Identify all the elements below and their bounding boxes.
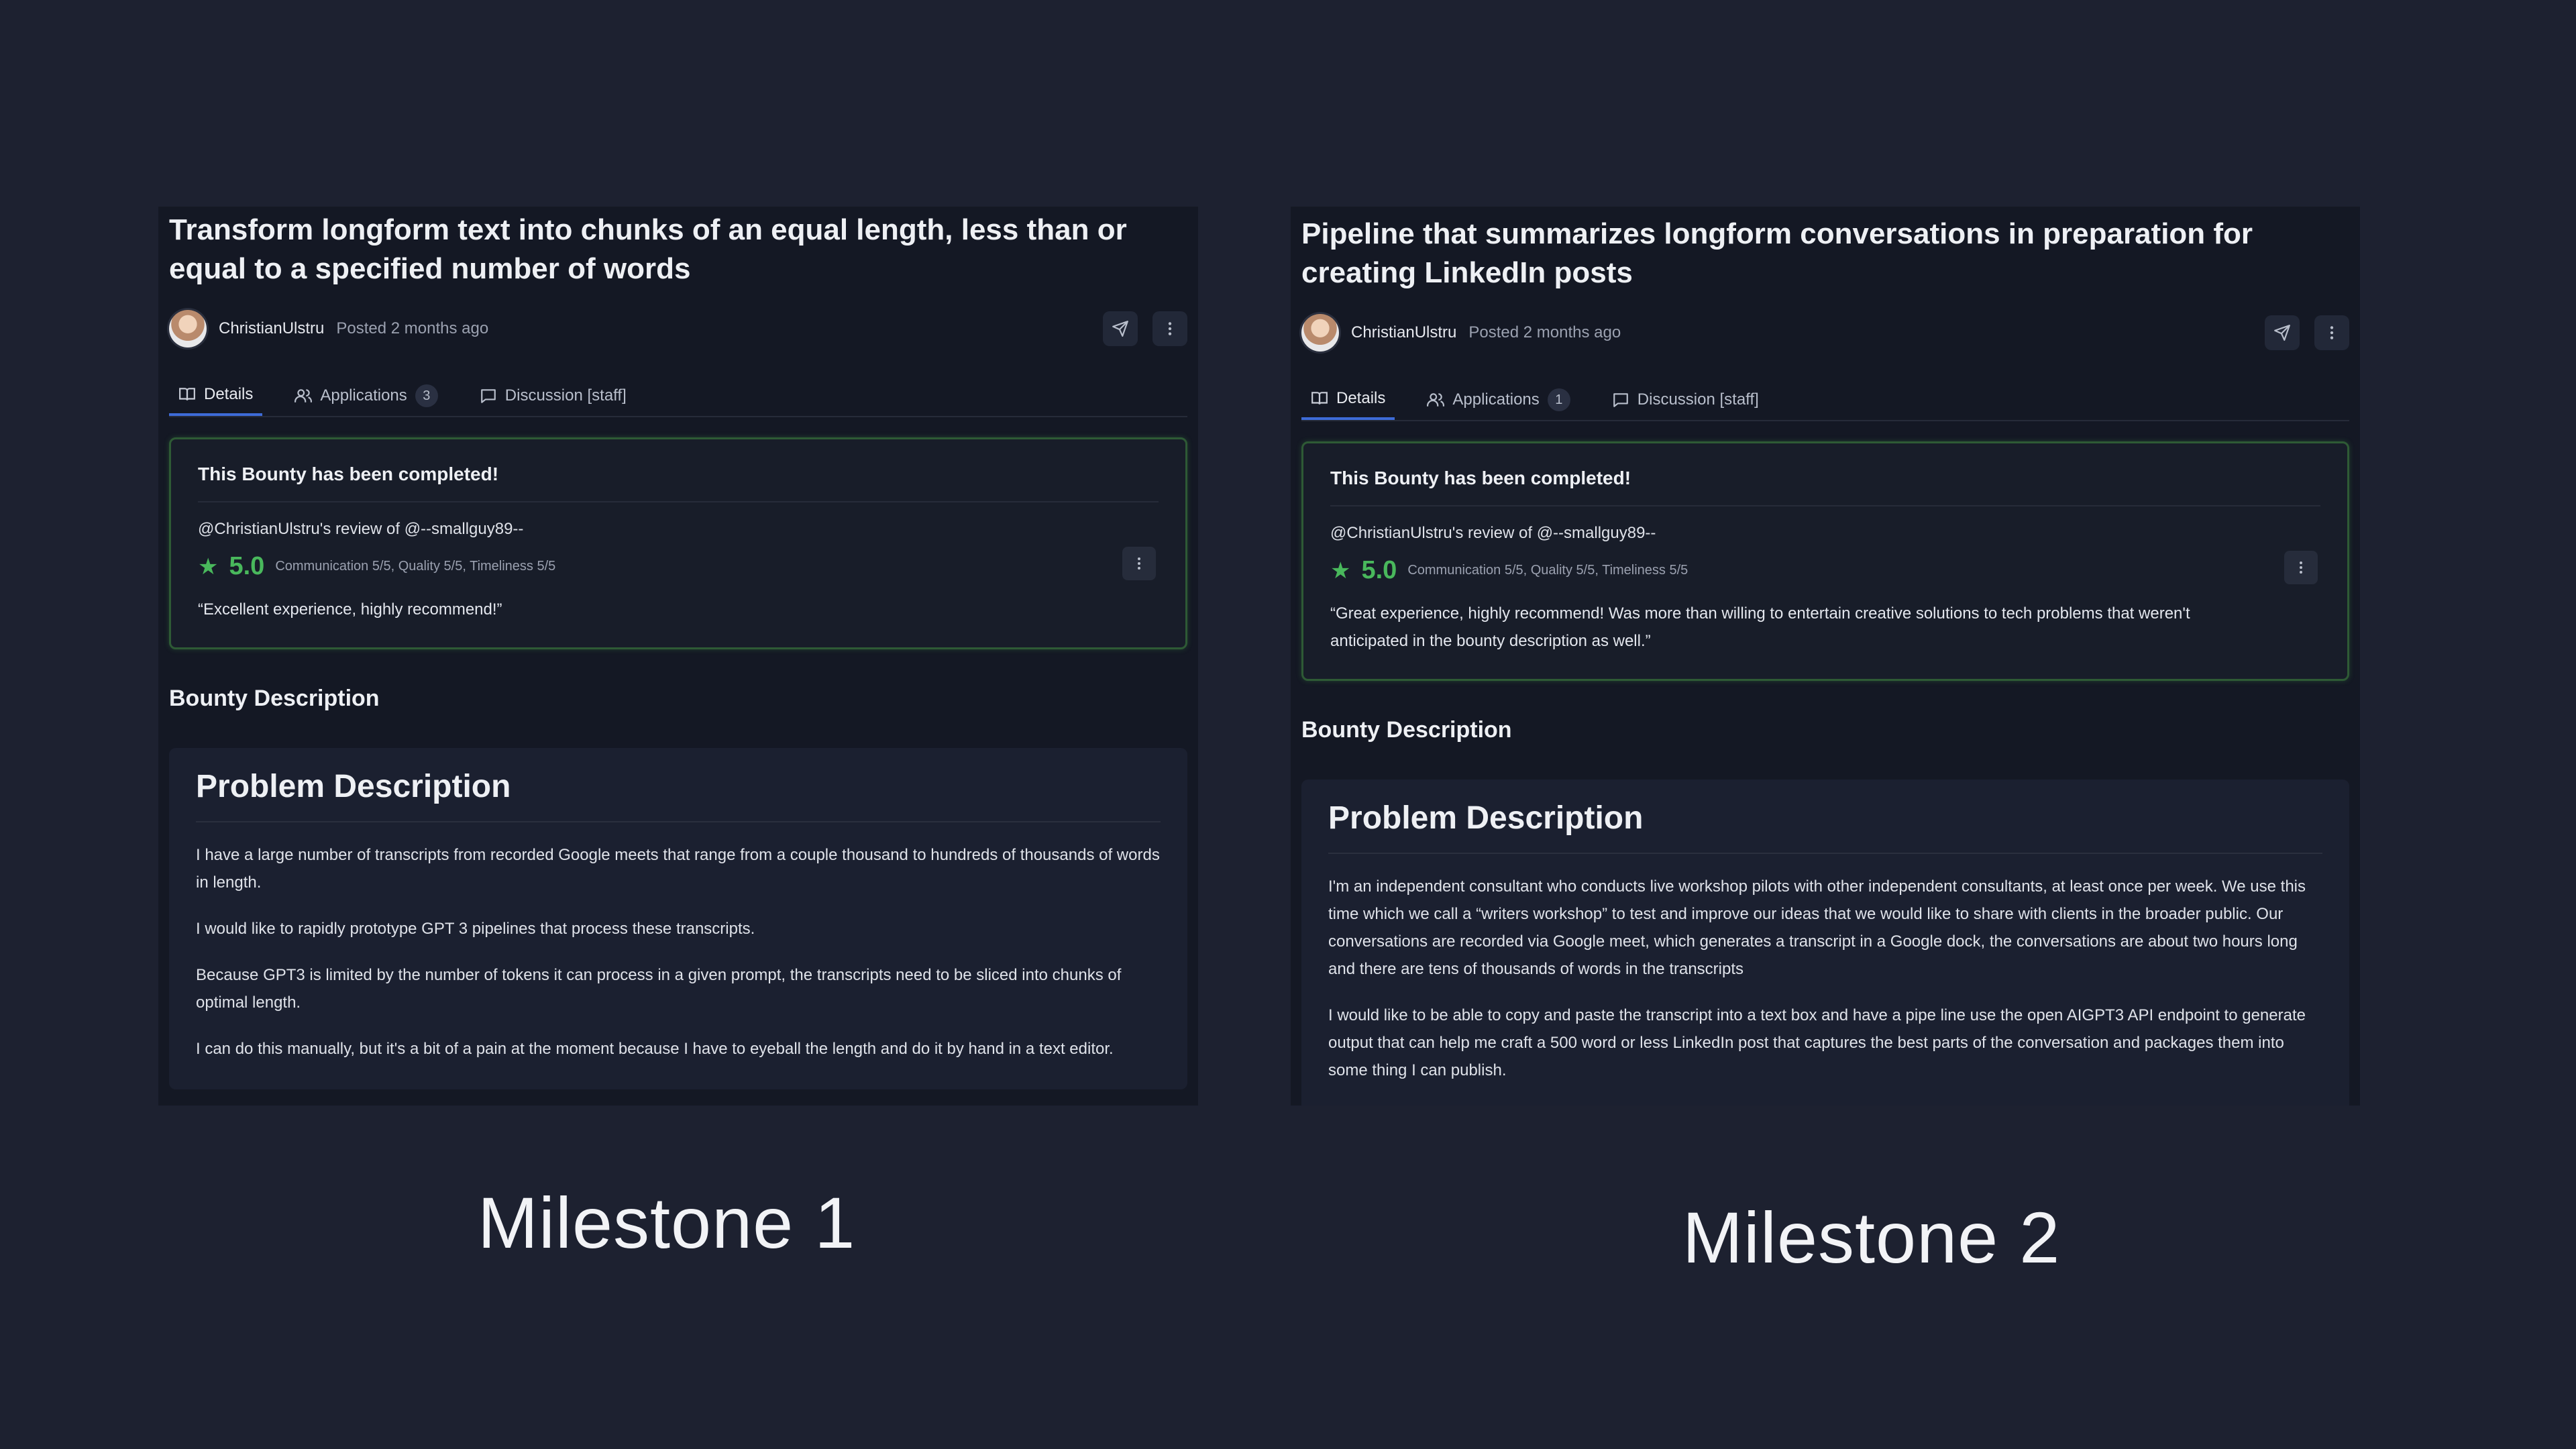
share-button[interactable]	[1103, 311, 1138, 346]
message-icon	[1613, 393, 1628, 407]
milestone-label: Milestone 2	[1682, 1197, 2061, 1278]
tab-applications[interactable]: Applications 3	[285, 376, 447, 416]
rating-breakdown: Communication 5/5, Quality 5/5, Timeline…	[275, 559, 556, 574]
book-icon	[179, 388, 195, 400]
completed-card: This Bounty has been completed! @Christi…	[169, 437, 1187, 649]
tab-discussion[interactable]: Discussion [staff]	[1603, 380, 1768, 420]
message-icon	[480, 389, 496, 403]
tab-discussion[interactable]: Discussion [staff]	[470, 376, 636, 416]
bounty-meta: ChristianUlstru Posted 2 months ago	[1301, 313, 2349, 353]
bounty-meta: ChristianUlstru Posted 2 months ago	[169, 309, 1187, 349]
review-quote: “Excellent experience, highly recommend!…	[198, 600, 502, 619]
tab-label: Applications	[1452, 390, 1540, 409]
description-title: Problem Description	[196, 768, 1161, 822]
bounty-title: Transform longform text into chunks of a…	[169, 213, 1127, 285]
bounty-panel-2: Pipeline that summarizes longform conver…	[1291, 207, 2360, 1106]
review-heading: @ChristianUlstru's review of @--smallguy…	[1330, 524, 1656, 542]
tab-label: Discussion [staff]	[1637, 390, 1759, 409]
kebab-icon	[1138, 557, 1140, 570]
tab-details[interactable]: Details	[1301, 380, 1395, 420]
description-card: Problem Description I'm an independent c…	[1301, 780, 2349, 1106]
review-quote: “Great experience, highly recommend! Was…	[1330, 604, 2190, 650]
send-icon	[1112, 321, 1128, 337]
milestone-label: Milestone 1	[478, 1182, 856, 1263]
avatar[interactable]	[1301, 314, 1339, 352]
tab-label: Applications	[320, 386, 407, 405]
more-options-button[interactable]	[1152, 311, 1187, 346]
book-icon	[1311, 392, 1328, 405]
tab-applications[interactable]: Applications 1	[1417, 380, 1579, 420]
applications-count-badge: 1	[1547, 388, 1570, 411]
rating-value: 5.0	[229, 552, 265, 580]
rating-breakdown: Communication 5/5, Quality 5/5, Timeline…	[1407, 563, 1688, 578]
description-paragraph: I'm an independent consultant who conduc…	[1328, 877, 2306, 978]
completed-title: This Bounty has been completed!	[198, 464, 1159, 502]
section-heading: Bounty Description	[169, 686, 380, 711]
avatar[interactable]	[169, 310, 207, 347]
completed-card: This Bounty has been completed! @Christi…	[1301, 441, 2349, 681]
review-options-button[interactable]	[2284, 551, 2318, 584]
section-heading: Bounty Description	[1301, 717, 1512, 743]
kebab-icon	[2330, 326, 2334, 339]
review-heading: @ChristianUlstru's review of @--smallguy…	[198, 520, 524, 538]
description-paragraph: I can do this manually, but it's a bit o…	[196, 1040, 1114, 1058]
applications-count-badge: 3	[415, 384, 438, 407]
bounty-tabs: Details Applications 3 Discussion [staff…	[169, 376, 1187, 417]
bounty-title: Pipeline that summarizes longform conver…	[1301, 217, 2253, 289]
rating-row: ★ 5.0 Communication 5/5, Quality 5/5, Ti…	[198, 552, 1159, 581]
description-title: Problem Description	[1328, 800, 2322, 854]
send-icon	[2274, 325, 2290, 341]
share-button[interactable]	[2265, 315, 2300, 350]
username-link[interactable]: ChristianUlstru	[219, 319, 324, 338]
review-options-button[interactable]	[1122, 547, 1156, 580]
description-paragraph: I have a large number of transcripts fro…	[196, 846, 1160, 892]
rating-value: 5.0	[1361, 556, 1397, 584]
description-paragraph: I would like to rapidly prototype GPT 3 …	[196, 920, 755, 938]
tab-details[interactable]: Details	[169, 376, 263, 416]
tab-label: Details	[1336, 389, 1386, 407]
rating-row: ★ 5.0 Communication 5/5, Quality 5/5, Ti…	[1330, 556, 2320, 585]
star-icon: ★	[198, 553, 219, 580]
completed-title: This Bounty has been completed!	[1330, 468, 2320, 506]
description-paragraph: Because GPT3 is limited by the number of…	[196, 966, 1122, 1012]
bounty-tabs: Details Applications 1 Discussion [staff…	[1301, 380, 2349, 421]
tab-label: Discussion [staff]	[504, 386, 627, 405]
star-icon: ★	[1330, 557, 1351, 584]
tab-label: Details	[204, 385, 254, 403]
more-options-button[interactable]	[2314, 315, 2349, 350]
kebab-icon	[2300, 561, 2302, 574]
bounty-panel-1: Transform longform text into chunks of a…	[158, 207, 1198, 1106]
users-icon	[1427, 393, 1445, 407]
posted-time: Posted 2 months ago	[336, 319, 489, 337]
users-icon	[294, 389, 313, 402]
posted-time: Posted 2 months ago	[1468, 323, 1621, 341]
kebab-icon	[1168, 322, 1172, 335]
description-paragraph: I would like to be able to copy and past…	[1328, 1006, 2306, 1079]
username-link[interactable]: ChristianUlstru	[1351, 323, 1456, 342]
description-card: Problem Description I have a large numbe…	[169, 748, 1187, 1089]
